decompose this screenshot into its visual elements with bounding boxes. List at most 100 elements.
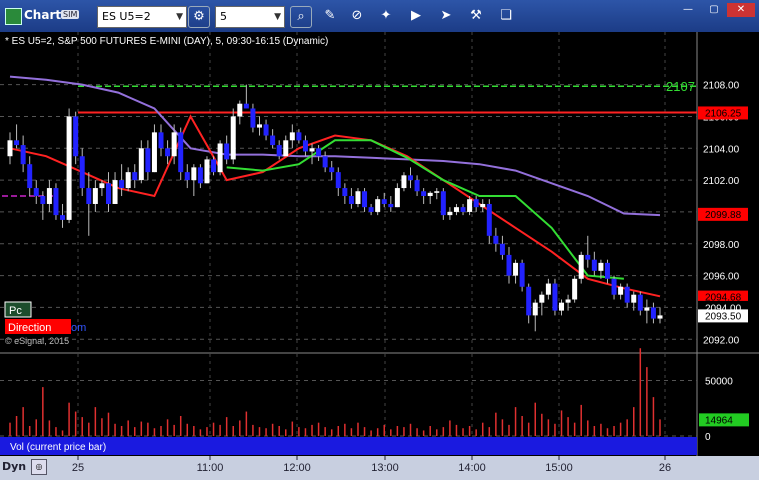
candle-body — [552, 283, 558, 311]
interval-value: 5 — [220, 10, 227, 23]
candle-body — [467, 199, 473, 212]
candle-body — [493, 235, 499, 244]
price-tick-label: 2102.00 — [703, 176, 740, 187]
candle-body — [526, 286, 532, 316]
candle-body — [342, 188, 348, 197]
time-tick-label: 12:00 — [283, 462, 311, 474]
volume-tick-label: 0 — [705, 432, 711, 443]
chart-area[interactable]: 2108.002106.002104.002102.002100.002098.… — [0, 32, 759, 456]
candle-body — [184, 172, 190, 181]
candle-body — [112, 180, 118, 204]
candle-body — [631, 294, 637, 303]
candle-body — [204, 159, 210, 184]
candle-body — [362, 191, 368, 208]
candle-body — [165, 148, 171, 157]
volume-tick-label: 50000 — [705, 376, 733, 387]
candle-body — [368, 207, 374, 212]
candle-body — [611, 278, 617, 295]
candle-body — [40, 196, 46, 204]
candle-body — [33, 188, 39, 197]
candle-body — [230, 116, 236, 160]
time-tick-label: 11:00 — [197, 462, 224, 474]
draw-pencil-icon[interactable]: ✎ — [320, 6, 340, 26]
candle-body — [578, 254, 584, 279]
candle-body — [427, 192, 433, 197]
candle-body — [473, 199, 479, 208]
copyright-label: © eSignal, 2015 — [5, 336, 69, 346]
candle-body — [256, 124, 262, 128]
candle-body — [572, 278, 578, 300]
tools-icon[interactable]: ⚒ — [466, 6, 486, 26]
candle-body — [322, 156, 328, 168]
candle-body — [624, 286, 630, 303]
price-chart-svg[interactable]: 2108.002106.002104.002102.002100.002098.… — [0, 32, 759, 456]
candle-body — [237, 103, 243, 117]
candle-body — [559, 302, 565, 311]
symbol-input[interactable]: ES U5=2 ▼ — [97, 6, 187, 28]
candle-body — [14, 140, 20, 146]
candle-body — [499, 243, 505, 255]
candle-body — [270, 135, 276, 146]
cursor-icon[interactable]: ✦ — [376, 6, 396, 26]
price-tag-label: 2093.50 — [705, 311, 742, 322]
candle-body — [243, 103, 249, 109]
candle-body — [480, 203, 486, 208]
candle-body — [211, 159, 217, 173]
candle-body — [289, 132, 295, 141]
symbol-value: ES U5=2 — [102, 10, 151, 23]
candle-body — [302, 140, 308, 152]
candle-body — [519, 262, 525, 287]
pc-legend-label: Pc — [9, 305, 22, 317]
price-tick-label: 2092.00 — [703, 335, 740, 346]
candle-body — [591, 259, 597, 271]
level-label: 2107 — [666, 79, 695, 94]
candle-body — [532, 302, 538, 316]
chart-title: * ES U5=2, S&P 500 FUTURES E-MINI (DAY),… — [5, 36, 328, 47]
candle-body — [388, 203, 394, 208]
candle-body — [657, 315, 663, 319]
price-tag-label: 2099.88 — [705, 210, 742, 221]
price-tick-label: 2096.00 — [703, 272, 740, 283]
candle-body — [119, 180, 125, 189]
chevron-down-icon[interactable]: ▼ — [270, 7, 281, 27]
pointer-icon[interactable]: ➤ — [436, 6, 456, 26]
time-tick-label: 15:00 — [545, 462, 573, 474]
time-tick-label: 14:00 — [458, 462, 486, 474]
price-tick-label: 2108.00 — [703, 81, 740, 92]
settings-gear-icon[interactable]: ⚙ — [188, 6, 210, 28]
time-tick-label: 26 — [659, 462, 671, 474]
candle-body — [637, 294, 643, 311]
erase-icon[interactable]: ⊘ — [347, 6, 367, 26]
candle-body — [283, 140, 289, 157]
candle-body — [453, 207, 459, 212]
bookmark-icon[interactable]: ❏ — [496, 6, 516, 26]
interval-input[interactable]: 5 ▼ — [215, 6, 285, 28]
sim-badge: SIM — [61, 10, 80, 19]
candle-body — [447, 211, 453, 216]
candle-body — [506, 254, 512, 276]
candle-body — [513, 262, 519, 276]
chevron-down-icon[interactable]: ▼ — [172, 7, 183, 27]
close-icon[interactable]: ✕ — [727, 3, 755, 17]
candle-body — [316, 148, 322, 157]
candle-body — [145, 148, 151, 173]
candle-body — [309, 148, 315, 152]
candle-body — [99, 183, 105, 189]
zoom-icon[interactable]: ⌕ — [290, 6, 312, 28]
maximize-icon[interactable]: ▢ — [701, 3, 727, 17]
candle-body — [644, 307, 650, 311]
play-icon[interactable]: ▶ — [406, 6, 426, 26]
candle-body — [335, 172, 341, 189]
candle-body — [408, 175, 414, 181]
candle-body — [20, 145, 26, 165]
candle-body — [73, 116, 79, 157]
candle-body — [151, 132, 157, 173]
candle-body — [618, 286, 624, 295]
candle-body — [178, 132, 184, 173]
minimize-icon[interactable]: — — [675, 3, 701, 17]
candle-body — [27, 164, 33, 189]
candle-body — [355, 191, 361, 204]
price-tag-label: 2106.25 — [705, 108, 742, 119]
candle-body — [296, 132, 302, 141]
candle-body — [132, 172, 138, 181]
